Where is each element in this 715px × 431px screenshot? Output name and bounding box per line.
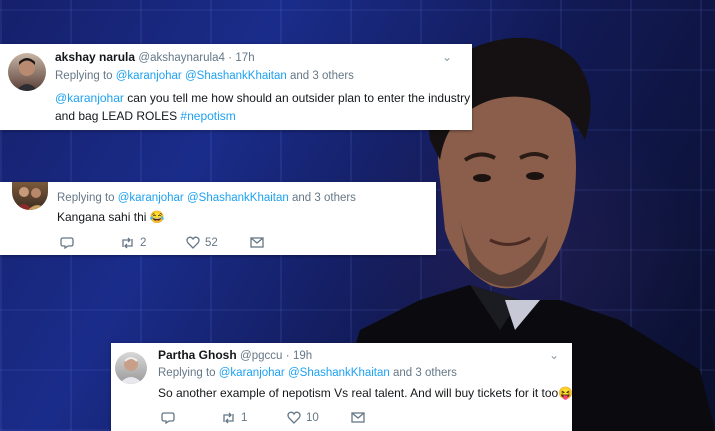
author-name[interactable]: Partha Ghosh: [158, 348, 237, 362]
envelope-icon: [351, 412, 365, 423]
tweet-text: So another example of nepotism Vs real t…: [158, 386, 574, 400]
tweet-text: @karanjohar can you tell me how should a…: [55, 89, 470, 125]
mention-link[interactable]: @karanjohar: [55, 91, 124, 105]
tweet-actions: 2 52: [60, 236, 264, 249]
mention-link[interactable]: @ShashankKhaitan: [187, 192, 289, 204]
others-link[interactable]: and 3 others: [290, 70, 354, 82]
envelope-icon: [250, 237, 264, 248]
retweet-icon: [122, 237, 133, 248]
author-handle[interactable]: @akshaynarula4: [138, 52, 224, 64]
like-button[interactable]: 52: [186, 236, 250, 249]
like-button[interactable]: 10: [287, 411, 351, 424]
tweet-card-partha[interactable]: Partha Ghosh @pgccu · 19h ⌄ Replying to …: [111, 343, 574, 431]
retweet-button[interactable]: 2: [120, 237, 186, 249]
author-name[interactable]: akshay narula: [55, 50, 135, 64]
hashtag-link[interactable]: #nepotism: [180, 109, 235, 123]
replying-prefix: Replying to: [57, 192, 115, 204]
reply-button[interactable]: [60, 236, 120, 249]
avatar[interactable]: [12, 182, 48, 210]
timestamp[interactable]: 19h: [293, 350, 312, 362]
tweet-card-kangana[interactable]: Replying to @karanjohar @ShashankKhaitan…: [0, 182, 436, 255]
replying-to: Replying to @karanjohar @ShashankKhaitan…: [158, 367, 457, 379]
replying-prefix: Replying to: [158, 367, 216, 379]
mention-link[interactable]: @karanjohar: [116, 70, 182, 82]
avatar[interactable]: [115, 352, 147, 384]
others-link[interactable]: and 3 others: [292, 192, 356, 204]
mention-link[interactable]: @karanjohar: [219, 367, 285, 379]
tweet-text-line1: can you tell me how should an outsider p…: [123, 91, 471, 105]
retweet-count: 1: [241, 411, 248, 424]
author-handle[interactable]: @pgccu: [240, 350, 282, 362]
retweet-count: 2: [140, 236, 147, 249]
mention-link[interactable]: @ShashankKhaitan: [185, 70, 287, 82]
reply-icon: [161, 412, 175, 424]
tweet-actions: 1 10: [161, 411, 365, 424]
retweet-button[interactable]: 1: [221, 412, 287, 424]
tweet-card-akshay[interactable]: akshay narula @akshaynarula4 · 17h ⌄ Rep…: [0, 44, 472, 130]
replying-to: Replying to @karanjohar @ShashankKhaitan…: [55, 70, 354, 82]
chevron-down-icon[interactable]: ⌄: [549, 348, 559, 362]
retweet-icon: [223, 412, 234, 423]
heart-icon: [186, 236, 200, 249]
others-link[interactable]: and 3 others: [393, 367, 457, 379]
separator-dot: ·: [228, 52, 233, 64]
message-button[interactable]: [351, 412, 365, 423]
separator-dot: ·: [285, 350, 290, 362]
reply-button[interactable]: [161, 411, 221, 424]
heart-icon: [287, 411, 301, 424]
reply-icon: [60, 237, 74, 249]
message-button[interactable]: [250, 237, 264, 248]
timestamp[interactable]: 17h: [235, 52, 254, 64]
chevron-down-icon[interactable]: ⌄: [442, 50, 452, 64]
avatar[interactable]: [8, 53, 46, 91]
tweet-text-line2: and bag LEAD ROLES: [55, 109, 181, 123]
like-count: 52: [205, 236, 218, 249]
replying-prefix: Replying to: [55, 70, 113, 82]
mention-link[interactable]: @ShashankKhaitan: [288, 367, 390, 379]
tweet-text: Kangana sahi thi 😂: [57, 210, 165, 224]
like-count: 10: [306, 411, 319, 424]
mention-link[interactable]: @karanjohar: [118, 192, 184, 204]
replying-to: Replying to @karanjohar @ShashankKhaitan…: [57, 192, 356, 204]
